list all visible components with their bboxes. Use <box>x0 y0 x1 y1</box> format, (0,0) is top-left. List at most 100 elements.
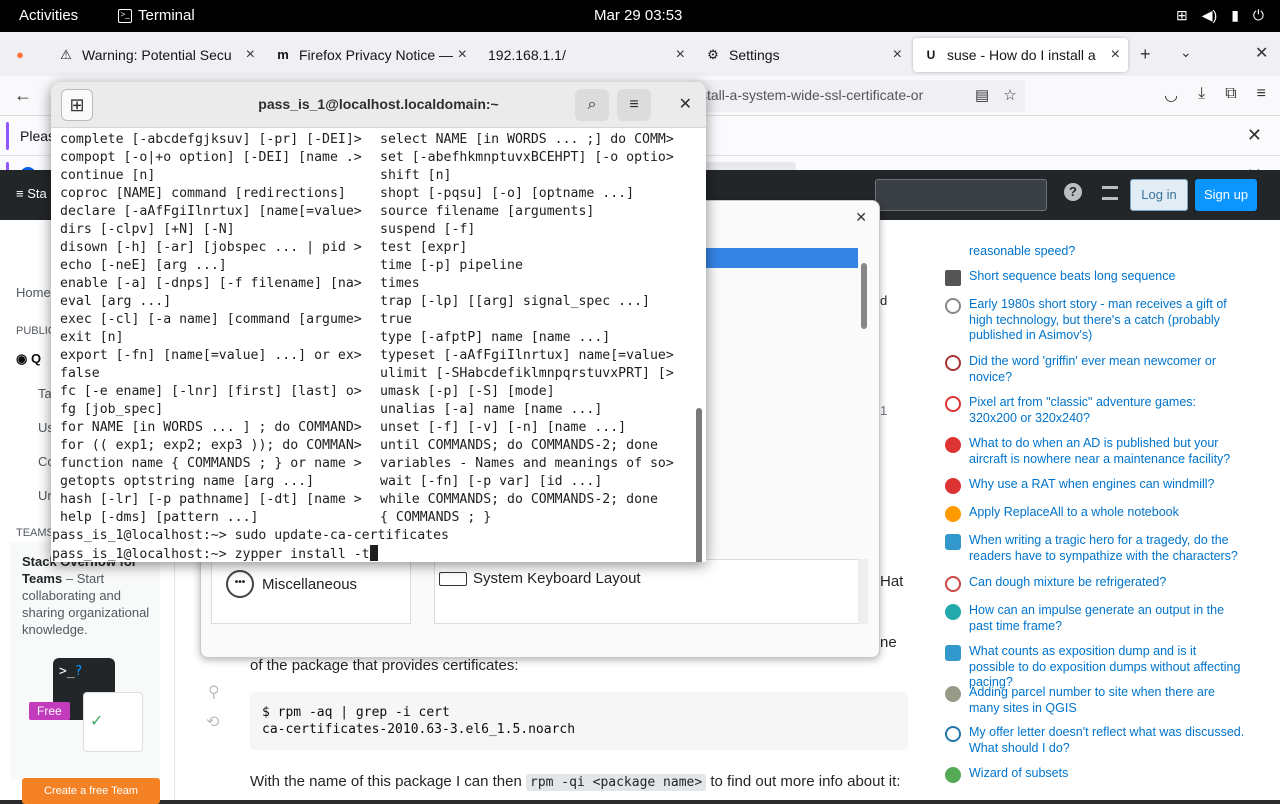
hnq-item[interactable]: Adding parcel number to site when there … <box>945 685 1245 716</box>
close-icon[interactable]: ✕ <box>855 209 867 226</box>
hnq-item[interactable]: Wizard of subsets <box>945 766 1245 783</box>
terminal-line: fg [job_spec] <box>60 402 164 417</box>
help-icon[interactable]: ? <box>1064 183 1082 201</box>
hnq-link[interactable]: When writing a tragic hero for a tragedy… <box>969 533 1245 564</box>
tab-privacy[interactable]: m Firefox Privacy Notice — × <box>265 38 475 72</box>
notification-accent <box>6 122 9 150</box>
hnq-link[interactable]: Adding parcel number to site when there … <box>969 685 1245 716</box>
prompt-line-current[interactable]: pass_is_1@localhost:~> zypper install -t <box>52 545 378 562</box>
close-icon[interactable]: × <box>246 46 255 64</box>
terminal-line: false <box>60 366 100 381</box>
hnq-item[interactable]: Apply ReplaceAll to a whole notebook <box>945 505 1245 522</box>
hnq-item[interactable]: Short sequence beats long sequence <box>945 269 1245 286</box>
hnq-link[interactable]: Wizard of subsets <box>969 766 1068 783</box>
hnq-link[interactable]: My offer letter doesn't reflect what was… <box>969 725 1245 756</box>
firefox-logo-icon: ● <box>16 47 24 62</box>
close-icon[interactable]: × <box>893 46 902 64</box>
so-logo[interactable]: ≡ Sta <box>16 186 47 201</box>
create-team-button[interactable]: Create a free Team <box>22 778 160 804</box>
activities-button[interactable]: Activities <box>19 7 78 24</box>
answer-paragraph-1: of the package that provides certificate… <box>250 657 519 674</box>
tab-router[interactable]: 192.168.1.1/ × <box>478 38 693 72</box>
terminal-line: for NAME [in WORDS ... ] ; do COMMAND> <box>60 420 362 435</box>
hnq-link[interactable]: Pixel art from "classic" adventure games… <box>969 395 1245 426</box>
extensions-icon[interactable]: ⧉ <box>1225 85 1236 105</box>
nav-tags[interactable]: Ta <box>38 386 52 401</box>
close-icon[interactable]: ✕ <box>679 94 692 114</box>
app-menu[interactable]: >_ Terminal <box>118 7 195 24</box>
hnq-item[interactable]: Can dough mixture be refrigerated? <box>945 575 1245 592</box>
hnq-link[interactable]: reasonable speed? <box>969 244 1075 261</box>
hnq-item[interactable]: reasonable speed? <box>945 244 1245 261</box>
battery-icon: ▮ <box>1231 7 1239 23</box>
hnq-item[interactable]: Did the word 'griffin' ever mean newcome… <box>945 354 1245 385</box>
system-tray[interactable]: ⊞ ◀) ▮ ⏻ <box>1176 7 1264 24</box>
hnq-item[interactable]: How can an impulse generate an output in… <box>945 603 1245 634</box>
close-icon[interactable]: × <box>676 46 685 64</box>
code-block: $ rpm -aq | grep -i cert ca-certificates… <box>250 692 908 750</box>
mozilla-icon: m <box>277 47 289 62</box>
checklist-illustration: ✓ <box>83 692 143 752</box>
hnq-link[interactable]: What to do when an AD is published but y… <box>969 436 1245 467</box>
close-icon[interactable]: ✕ <box>1247 125 1262 146</box>
hnq-item[interactable]: What counts as exposition dump and is it… <box>945 644 1245 691</box>
nav-unanswered[interactable]: Ur <box>38 488 52 503</box>
terminal-line: hash [-lr] [-p pathname] [-dt] [name > <box>60 492 362 507</box>
pocket-icon[interactable]: ◡ <box>1164 85 1178 105</box>
bookmark-icon[interactable]: ⚲ <box>208 682 220 702</box>
hnq-link[interactable]: How can an impulse generate an output in… <box>969 603 1245 634</box>
hnq-link[interactable]: Why use a RAT when engines can windmill? <box>969 477 1215 494</box>
para-text: to find out more info about it: <box>706 773 901 790</box>
inbox-icon[interactable] <box>1102 186 1118 200</box>
search-icon[interactable]: ⌕ <box>575 89 609 121</box>
misc-label: Miscellaneous <box>262 575 358 593</box>
hamburger-menu-icon[interactable]: ≡ <box>617 89 651 121</box>
hnq-link[interactable]: Apply ReplaceAll to a whole notebook <box>969 505 1179 522</box>
reader-view-icon[interactable]: ▤ <box>975 86 989 104</box>
hnq-link[interactable]: Did the word 'griffin' ever mean newcome… <box>969 354 1245 385</box>
selected-row[interactable] <box>706 248 858 268</box>
hnq-link[interactable]: Early 1980s short story - man receives a… <box>969 297 1245 344</box>
back-arrow-icon[interactable]: ← <box>14 85 32 106</box>
hnq-item[interactable]: When writing a tragic hero for a tragedy… <box>945 533 1245 564</box>
terminal-output[interactable]: complete [-abcdefgjksuv] [-pr] [-DEI]> co… <box>51 128 706 562</box>
tab-settings[interactable]: ⚙ Settings × <box>695 38 910 72</box>
hnq-link[interactable]: What counts as exposition dump and is it… <box>969 644 1245 691</box>
scrollbar[interactable] <box>696 408 702 562</box>
keyboard-panel: System Keyboard Layout <box>434 559 859 624</box>
nav-questions[interactable]: ◉ Q <box>16 351 41 367</box>
tab-suse[interactable]: U suse - How do I install a × <box>913 38 1128 72</box>
close-icon[interactable]: × <box>458 46 467 64</box>
download-icon[interactable]: ⤓ <box>1198 85 1205 105</box>
history-icon[interactable]: ⟲ <box>206 712 219 732</box>
hnq-link[interactable]: Short sequence beats long sequence <box>969 269 1175 286</box>
scrollbar[interactable] <box>861 263 867 329</box>
terminal-headerbar: ⊞ pass_is_1@localhost.localdomain:~ ⌕ ≡ … <box>51 82 706 128</box>
close-icon[interactable]: × <box>1111 46 1120 64</box>
window-close-button[interactable]: ✕ <box>1255 43 1268 63</box>
bookmark-star-icon[interactable]: ☆ <box>1003 86 1016 104</box>
clock[interactable]: Mar 29 03:53 <box>594 7 682 24</box>
hnq-item[interactable]: My offer letter doesn't reflect what was… <box>945 725 1245 756</box>
hnq-link[interactable]: Can dough mixture be refrigerated? <box>969 575 1166 592</box>
new-tab-button[interactable]: + <box>1140 44 1151 65</box>
text-cursor <box>369 545 378 561</box>
chevron-down-icon[interactable]: ⌄ <box>1180 44 1192 61</box>
signup-button[interactable]: Sign up <box>1195 179 1257 211</box>
gamedev-site-icon <box>945 396 961 412</box>
search-input[interactable] <box>875 179 1047 211</box>
login-button[interactable]: Log in <box>1130 179 1188 211</box>
firefox-menu[interactable]: ● <box>2 38 42 72</box>
misc-row[interactable]: ••• Miscellaneous <box>226 570 357 598</box>
check-icon: ✓ <box>90 713 104 730</box>
scrollbar[interactable] <box>858 559 868 624</box>
hnq-item[interactable]: Pixel art from "classic" adventure games… <box>945 395 1245 426</box>
hamburger-menu-icon[interactable]: ≡ <box>1257 85 1266 105</box>
tab-warning[interactable]: ⚠ Warning: Potential Secu × <box>48 38 263 72</box>
hnq-item[interactable]: Early 1980s short story - man receives a… <box>945 297 1245 344</box>
hnq-item[interactable]: Why use a RAT when engines can windmill? <box>945 477 1245 494</box>
text-fragment: Hat <box>880 573 904 590</box>
hnq-item[interactable]: What to do when an AD is published but y… <box>945 436 1245 467</box>
nav-home[interactable]: Home <box>16 285 51 300</box>
keyboard-row[interactable]: System Keyboard Layout <box>439 570 641 587</box>
